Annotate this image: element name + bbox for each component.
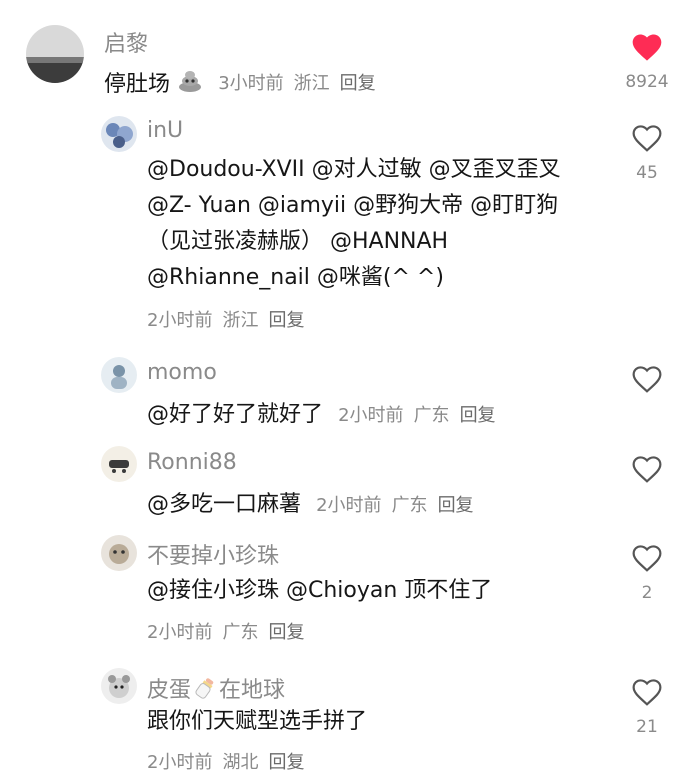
comment-meta: 2小时前 湖北 回复	[147, 748, 314, 774]
avatar[interactable]	[101, 116, 137, 152]
username-part: 在地球	[219, 678, 286, 703]
reply-button[interactable]: 回复	[340, 73, 376, 94]
heart-icon[interactable]	[630, 123, 664, 153]
like-count: 45	[636, 163, 658, 183]
comment-username[interactable]: 不要掉小珍珠	[147, 538, 279, 570]
avatar-image	[101, 535, 137, 571]
comment-text: @接住小珍珠 @Chioyan 顶不住了	[147, 578, 493, 603]
avatar[interactable]	[101, 668, 137, 704]
heart-icon[interactable]	[630, 543, 664, 573]
heart-icon[interactable]	[630, 677, 664, 707]
like-count: 21	[636, 717, 658, 737]
comment-username[interactable]: 启黎	[104, 26, 148, 58]
comment-location: 浙江	[293, 73, 330, 94]
comment-location: 浙江	[222, 310, 259, 331]
comment-meta: 2小时前 浙江 回复	[147, 306, 314, 332]
like-count: 2	[641, 583, 653, 603]
avatar[interactable]	[101, 446, 137, 482]
reply-button[interactable]: 回复	[268, 310, 304, 331]
heart-icon[interactable]	[630, 454, 664, 484]
reply-button[interactable]: 回复	[268, 752, 304, 773]
poop-emoji-icon	[177, 67, 203, 97]
comment-username[interactable]: momo	[147, 360, 217, 385]
comment-username[interactable]: inU	[147, 118, 183, 143]
username-part: 皮蛋	[147, 678, 192, 703]
comment-line: @多吃一口麻薯 2小时前 广东 回复	[147, 486, 484, 518]
avatar-image	[26, 25, 84, 83]
comment-location: 广东	[222, 622, 259, 643]
reply-button[interactable]: 回复	[438, 495, 474, 516]
comment-username[interactable]: Ronni88	[147, 450, 237, 475]
avatar-image	[101, 357, 137, 393]
reply-button[interactable]: 回复	[268, 622, 304, 643]
avatar[interactable]	[26, 25, 84, 83]
baby-bottle-emoji-icon	[193, 676, 217, 706]
comment-location: 湖北	[222, 752, 259, 773]
avatar[interactable]	[101, 535, 137, 571]
comment-time: 2小时前	[316, 495, 382, 516]
comment-text: 停肚场	[104, 72, 171, 97]
heart-icon[interactable]	[630, 364, 664, 394]
comment-location: 广东	[413, 405, 450, 426]
comment-location: 广东	[391, 495, 428, 516]
comment-text: @多吃一口麻薯	[147, 492, 302, 517]
comment-meta: 2小时前 广东 回复	[147, 618, 314, 644]
avatar[interactable]	[101, 357, 137, 393]
comment-text: @好了好了就好了	[147, 402, 324, 427]
comment-time: 2小时前	[147, 622, 213, 643]
comment-time: 2小时前	[338, 405, 404, 426]
avatar-image	[101, 446, 137, 482]
avatar-image	[101, 668, 137, 704]
comment-line: 停肚场 3小时前 浙江 回复	[104, 66, 386, 98]
comment-text: @Doudou-XVII @对人过敏 @叉歪叉歪叉 @Z- Yuan @iamy…	[147, 157, 561, 290]
comment-line: @好了好了就好了 2小时前 广东 回复	[147, 396, 506, 428]
comment-time: 3小时前	[218, 73, 284, 94]
comment-text: 跟你们天赋型选手拼了	[147, 709, 368, 734]
comment-username[interactable]: 皮蛋 在地球	[147, 672, 285, 706]
reply-button[interactable]: 回复	[460, 405, 496, 426]
avatar-image	[101, 116, 137, 152]
like-count: 8924	[625, 72, 669, 92]
comment-time: 2小时前	[147, 310, 213, 331]
comment-time: 2小时前	[147, 752, 213, 773]
heart-icon[interactable]	[630, 32, 664, 62]
